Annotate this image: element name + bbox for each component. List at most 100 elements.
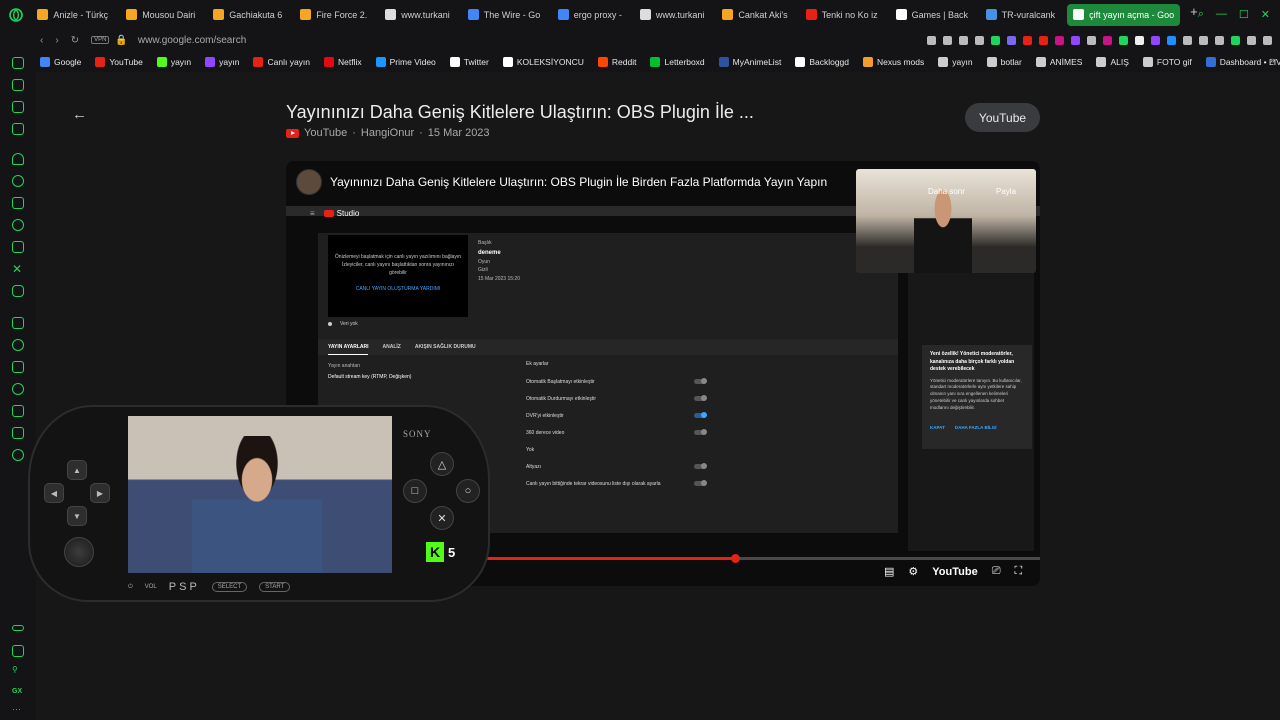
sidebar-kick-icon[interactable]: [12, 153, 24, 165]
bookmark-item[interactable]: Canlı yayın: [253, 56, 310, 67]
download-icon[interactable]: [1231, 35, 1240, 45]
progress-knob[interactable]: [730, 554, 740, 563]
settings-icon[interactable]: ⚙: [908, 565, 918, 578]
extension-icon[interactable]: [1071, 35, 1080, 45]
video-title[interactable]: Yayınınızı Daha Geniş Kitlelere Ulaştırı…: [330, 175, 827, 189]
search-tabs-icon[interactable]: ⌕: [1198, 8, 1204, 21]
sidebar-settings-icon[interactable]: [12, 449, 24, 461]
bookmark-item[interactable]: Netflix: [324, 56, 362, 67]
youtube-wordmark[interactable]: YouTube: [932, 566, 977, 578]
sidebar-battery-icon[interactable]: [12, 625, 24, 631]
tab[interactable]: www.turkani: [379, 4, 456, 26]
bookmark-item[interactable]: YouTube: [95, 56, 143, 67]
tab[interactable]: TR-vuralcank: [980, 4, 1062, 26]
sidebar-instagram-icon[interactable]: [12, 241, 24, 253]
sidebar-wallet-icon[interactable]: [12, 361, 24, 373]
extension-icon[interactable]: [991, 35, 1000, 45]
sidebar-twitch-icon[interactable]: [12, 197, 24, 209]
maximize-icon[interactable]: ☐: [1239, 8, 1249, 21]
menu-icon[interactable]: [1263, 35, 1272, 45]
bookmark-item[interactable]: Backloggd: [795, 56, 849, 67]
watch-later-label[interactable]: Daha sonr: [928, 187, 965, 196]
tab[interactable]: Anizle - Türkç: [31, 4, 114, 26]
tab[interactable]: ergo proxy -: [552, 4, 628, 26]
bookmarks-overflow-icon[interactable]: »: [1270, 55, 1275, 65]
profile-icon[interactable]: [1247, 35, 1256, 45]
tab[interactable]: Tenki no Ko iz: [800, 4, 884, 26]
extension-icon[interactable]: [1215, 35, 1224, 45]
sidebar-discord-icon[interactable]: [12, 285, 24, 297]
forward-icon[interactable]: ›: [55, 35, 58, 46]
sidebar-whatsapp-icon[interactable]: [12, 219, 24, 231]
back-icon[interactable]: ‹: [40, 35, 43, 46]
extension-icon[interactable]: [1199, 35, 1208, 45]
sidebar-chip-icon[interactable]: [12, 645, 24, 657]
bookmark-item[interactable]: botlar: [986, 56, 1022, 67]
bookmark-item[interactable]: KOLEKSİYONCU: [502, 56, 584, 67]
vpn-badge[interactable]: VPN: [91, 36, 110, 44]
fullscreen-icon[interactable]: ⛶: [1015, 565, 1023, 578]
cast-icon[interactable]: ⎚: [992, 565, 1001, 578]
tab[interactable]: Gachiakuta 6: [207, 4, 288, 26]
share-label[interactable]: Payla: [996, 187, 1016, 196]
bookmark-item[interactable]: Prime Video: [375, 56, 436, 67]
sidebar-more-icon[interactable]: ···: [12, 704, 21, 714]
bookmark-item[interactable]: ALIŞ: [1096, 56, 1129, 67]
new-tab-icon[interactable]: +: [1190, 4, 1198, 26]
bookmark-item[interactable]: Dashboard • LIVAD: [1205, 56, 1280, 67]
bookmark-item[interactable]: Reddit: [597, 56, 636, 67]
bookmark-item[interactable]: yayın: [205, 56, 239, 67]
tab[interactable]: Fire Force 2.: [294, 4, 373, 26]
close-icon[interactable]: ✕: [1261, 8, 1270, 21]
bookmark-item[interactable]: MyAnimeList: [718, 56, 781, 67]
result-source[interactable]: YouTube: [304, 127, 347, 139]
extension-icon[interactable]: [1103, 35, 1112, 45]
url-field[interactable]: www.google.com/search: [138, 35, 246, 46]
sidebar-workspaces-icon[interactable]: [12, 317, 24, 329]
extension-icon[interactable]: [959, 35, 968, 45]
sidebar-gx-corner-icon[interactable]: [12, 79, 24, 91]
extension-icon[interactable]: [1135, 35, 1144, 45]
subtitles-icon[interactable]: ▤: [884, 565, 894, 578]
bookmark-item[interactable]: Twitter: [449, 56, 489, 67]
extension-icon[interactable]: [1087, 35, 1096, 45]
sidebar-gx-control-icon[interactable]: [12, 57, 24, 69]
sidebar-downloads-icon[interactable]: [12, 405, 24, 417]
extension-icon[interactable]: [1151, 35, 1160, 45]
extension-icon[interactable]: [1007, 35, 1016, 45]
sidebar-extensions-icon[interactable]: [12, 427, 24, 439]
sidebar-heart-icon[interactable]: [12, 339, 24, 351]
bookmark-item[interactable]: Letterboxd: [650, 56, 705, 67]
bookmark-item[interactable]: Nexus mods: [863, 56, 924, 67]
tab[interactable]: Mousou Dairi: [120, 4, 201, 26]
tab[interactable]: www.turkani: [634, 4, 711, 26]
sidebar-music-icon[interactable]: [12, 123, 24, 135]
sidebar-gx-cleaner-icon[interactable]: [12, 101, 24, 113]
sidebar-x-icon[interactable]: ✕: [12, 263, 24, 275]
back-arrow-icon[interactable]: ←: [72, 106, 87, 123]
channel-avatar[interactable]: [296, 169, 322, 195]
extension-icon[interactable]: [1023, 35, 1032, 45]
tab[interactable]: Games | Back: [890, 4, 974, 26]
tab[interactable]: The Wire - Go: [462, 4, 546, 26]
minimize-icon[interactable]: —: [1216, 8, 1227, 21]
tab[interactable]: Cankat Aki's: [716, 4, 793, 26]
sidebar-history-icon[interactable]: [12, 383, 24, 395]
result-title[interactable]: Yayınınızı Daha Geniş Kitlelere Ulaştırı…: [286, 102, 754, 123]
bookmark-item[interactable]: yayın: [938, 56, 973, 67]
bookmark-item[interactable]: ANİMES: [1035, 56, 1082, 67]
extension-icon[interactable]: [927, 35, 936, 45]
reload-icon[interactable]: ↻: [71, 35, 79, 46]
extension-icon[interactable]: [1039, 35, 1048, 45]
tab-active[interactable]: çift yayın açma - Goo: [1067, 3, 1181, 26]
extension-icon[interactable]: [975, 35, 984, 45]
sidebar-chatgpt-icon[interactable]: [12, 175, 24, 187]
opera-gx-menu-icon[interactable]: [0, 0, 31, 29]
extension-icon[interactable]: [1055, 35, 1064, 45]
extension-icon[interactable]: [1119, 35, 1128, 45]
extension-icon[interactable]: [1167, 35, 1176, 45]
bookmark-item[interactable]: FOTO gif: [1142, 56, 1192, 67]
bookmark-item[interactable]: Google: [40, 56, 81, 67]
youtube-source-button[interactable]: YouTube: [965, 103, 1040, 132]
extension-icon[interactable]: [1183, 35, 1192, 45]
